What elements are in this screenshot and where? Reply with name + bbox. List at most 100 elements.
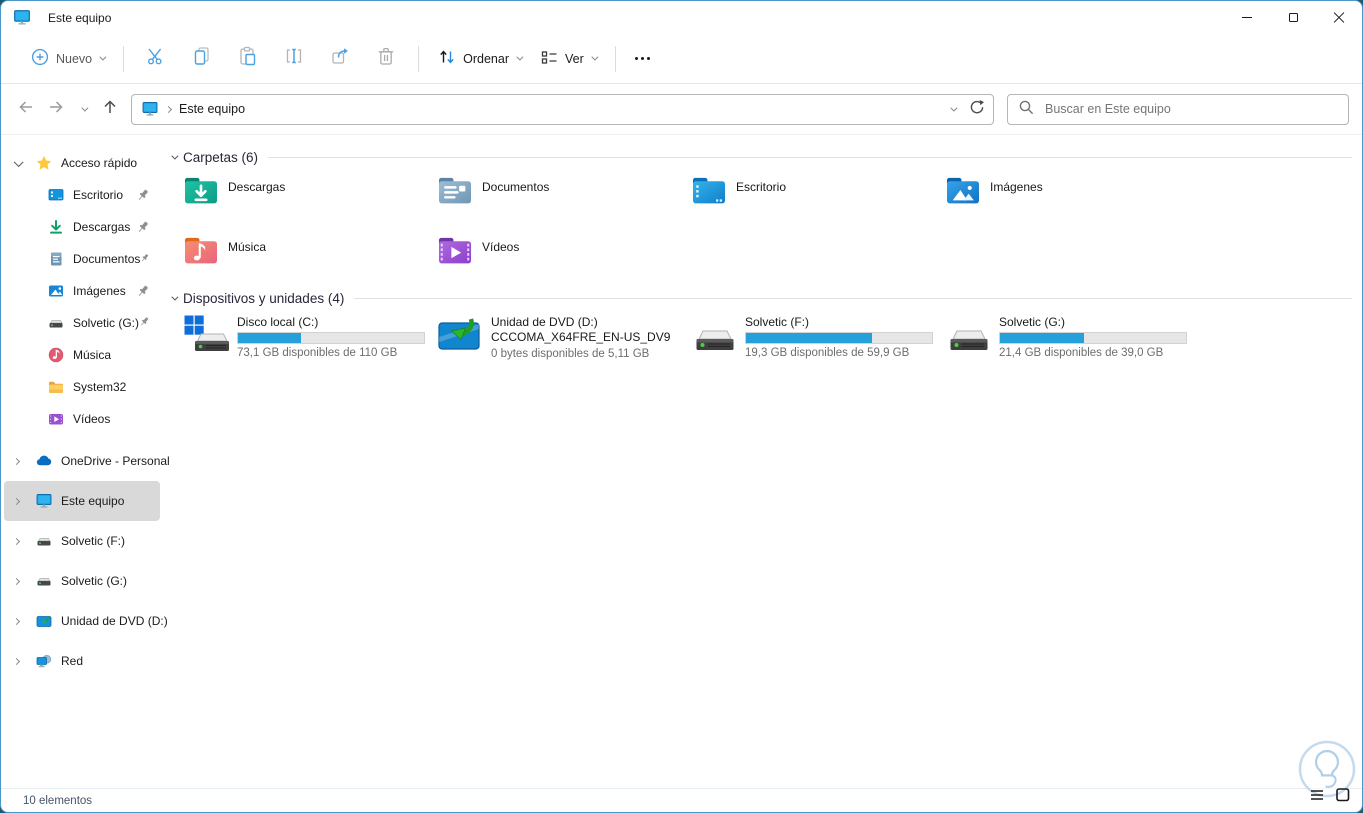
pin-icon bbox=[140, 252, 150, 266]
breadcrumb: Este equipo bbox=[142, 101, 245, 117]
maximize-button[interactable] bbox=[1270, 1, 1316, 34]
sidebar-item-quick-access[interactable]: Acceso rápido bbox=[4, 147, 160, 179]
capacity-bar-fill bbox=[1000, 333, 1084, 343]
cut-button[interactable] bbox=[133, 41, 179, 77]
downloads-icon bbox=[48, 219, 64, 235]
minimize-icon bbox=[1242, 17, 1252, 18]
dvd-drive-icon bbox=[437, 315, 485, 355]
paste-button[interactable] bbox=[225, 41, 271, 77]
drive-free-space: 0 bytes disponibles de 5,11 GB bbox=[491, 348, 650, 360]
chevron-down-icon bbox=[171, 152, 179, 160]
file-explorer-window: Este equipo Nuevo Ordenar Ver Este equip… bbox=[0, 0, 1363, 813]
folder-tile-musica[interactable]: Música bbox=[183, 235, 427, 271]
plus-circle-icon bbox=[31, 48, 49, 69]
sidebar-item-imagenes[interactable]: Imágenes bbox=[4, 275, 160, 307]
sidebar-item-musica[interactable]: Música bbox=[4, 339, 160, 371]
drive-icon bbox=[36, 573, 52, 589]
folder-tile-imagenes[interactable]: Imágenes bbox=[945, 175, 1189, 211]
dvd-icon bbox=[36, 613, 52, 629]
minimize-button[interactable] bbox=[1224, 1, 1270, 34]
sidebar-item-videos[interactable]: Vídeos bbox=[4, 403, 160, 435]
search-input[interactable] bbox=[1045, 102, 1338, 116]
address-bar[interactable]: Este equipo bbox=[131, 93, 994, 125]
sidebar-item-solvetic-g[interactable]: Solvetic (G:) bbox=[4, 307, 160, 339]
explorer-body: Acceso rápido Escritorio Descargas Docum… bbox=[1, 135, 1362, 788]
drive-tile-f[interactable]: Solvetic (F:) 19,3 GB disponibles de 59,… bbox=[691, 315, 943, 359]
sidebar-item-documentos[interactable]: Documentos bbox=[4, 243, 160, 275]
sidebar-item-dvd[interactable]: Unidad de DVD (D:) bbox=[4, 601, 168, 641]
rename-button[interactable] bbox=[271, 41, 317, 77]
folder-tile-documentos[interactable]: Documentos bbox=[437, 175, 681, 211]
folder-tile-videos[interactable]: Vídeos bbox=[437, 235, 681, 271]
close-button[interactable] bbox=[1316, 1, 1362, 34]
more-options-icon bbox=[635, 57, 651, 60]
share-button[interactable] bbox=[317, 41, 363, 77]
pin-icon bbox=[139, 316, 150, 330]
refresh-button[interactable] bbox=[969, 99, 985, 120]
sidebar-item-label: Solvetic (G:) bbox=[73, 316, 140, 330]
more-options-button[interactable] bbox=[625, 41, 661, 77]
sidebar-item-solvetic-g-tree[interactable]: Solvetic (G:) bbox=[4, 561, 160, 601]
rename-icon bbox=[284, 46, 304, 71]
sidebar-item-onedrive[interactable]: OneDrive - Personal bbox=[4, 441, 170, 481]
system-drive-icon bbox=[183, 315, 231, 355]
sidebar-item-red[interactable]: Red bbox=[4, 641, 160, 681]
copy-icon bbox=[192, 46, 212, 71]
toolbar-separator bbox=[614, 45, 616, 72]
folders-section-header[interactable]: Carpetas (6) bbox=[171, 147, 1352, 167]
sidebar-item-descargas[interactable]: Descargas bbox=[4, 211, 160, 243]
toolbar-separator bbox=[418, 45, 420, 72]
forward-button[interactable] bbox=[41, 94, 71, 124]
command-bar: Nuevo Ordenar Ver bbox=[1, 34, 1362, 84]
folder-tile-escritorio[interactable]: Escritorio bbox=[691, 175, 935, 211]
search-icon bbox=[1018, 99, 1034, 120]
maximize-icon bbox=[1288, 13, 1298, 22]
this-pc-icon bbox=[13, 9, 31, 26]
sidebar-item-label: Vídeos bbox=[73, 412, 111, 426]
devices-section-header[interactable]: Dispositivos y unidades (4) bbox=[171, 288, 1352, 308]
chevron-right-icon bbox=[12, 497, 21, 505]
chevron-down-icon bbox=[99, 53, 107, 61]
section-title: Dispositivos y unidades (4) bbox=[183, 290, 345, 306]
pin-icon bbox=[136, 284, 150, 298]
sidebar-item-escritorio[interactable]: Escritorio bbox=[4, 179, 160, 211]
sidebar-item-label: System32 bbox=[73, 380, 127, 394]
music-folder-icon bbox=[183, 235, 219, 271]
up-button[interactable] bbox=[95, 94, 125, 124]
delete-button[interactable] bbox=[363, 41, 409, 77]
back-button[interactable] bbox=[11, 94, 41, 124]
new-button[interactable]: Nuevo bbox=[21, 41, 114, 76]
address-dropdown-icon[interactable] bbox=[950, 104, 958, 112]
sidebar-item-este-equipo[interactable]: Este equipo bbox=[4, 481, 160, 521]
drive-icon bbox=[945, 315, 993, 355]
drive-tile-dvd[interactable]: Unidad de DVD (D:) CCCOMA_X64FRE_EN-US_D… bbox=[437, 315, 689, 360]
section-divider bbox=[268, 156, 1352, 158]
folder-tile-descargas[interactable]: Descargas bbox=[183, 175, 427, 211]
chevron-down-icon bbox=[591, 53, 599, 61]
drive-tile-g[interactable]: Solvetic (G:) 21,4 GB disponibles de 39,… bbox=[945, 315, 1197, 359]
copy-button[interactable] bbox=[179, 41, 225, 77]
sidebar-item-solvetic-f-tree[interactable]: Solvetic (F:) bbox=[4, 521, 160, 561]
sidebar-item-label: Imágenes bbox=[73, 284, 126, 298]
sidebar-item-system32[interactable]: System32 bbox=[4, 371, 160, 403]
drive-name: Unidad de DVD (D:) bbox=[491, 315, 598, 329]
downloads-folder-icon bbox=[183, 175, 219, 211]
share-icon bbox=[330, 46, 350, 71]
view-toggles bbox=[1310, 788, 1350, 807]
chevron-right-icon bbox=[164, 105, 173, 113]
sidebar-item-label: Documentos bbox=[73, 252, 141, 266]
drive-volume-label: CCCOMA_X64FRE_EN-US_DV9 bbox=[491, 330, 671, 344]
search-box bbox=[1007, 93, 1349, 125]
videos-folder-icon bbox=[437, 235, 473, 271]
recent-locations-button[interactable] bbox=[71, 94, 95, 124]
breadcrumb-item[interactable]: Este equipo bbox=[179, 102, 245, 116]
drive-tile-c[interactable]: Disco local (C:) 73,1 GB disponibles de … bbox=[183, 315, 435, 359]
sort-button[interactable]: Ordenar bbox=[428, 41, 531, 76]
videos-icon bbox=[48, 411, 64, 427]
details-view-button[interactable] bbox=[1310, 788, 1324, 807]
pictures-folder-icon bbox=[945, 175, 981, 211]
sidebar-item-label: Música bbox=[73, 348, 112, 362]
large-icons-view-button[interactable] bbox=[1336, 788, 1350, 807]
item-count: 10 elementos bbox=[23, 794, 93, 807]
view-button[interactable]: Ver bbox=[531, 42, 606, 76]
